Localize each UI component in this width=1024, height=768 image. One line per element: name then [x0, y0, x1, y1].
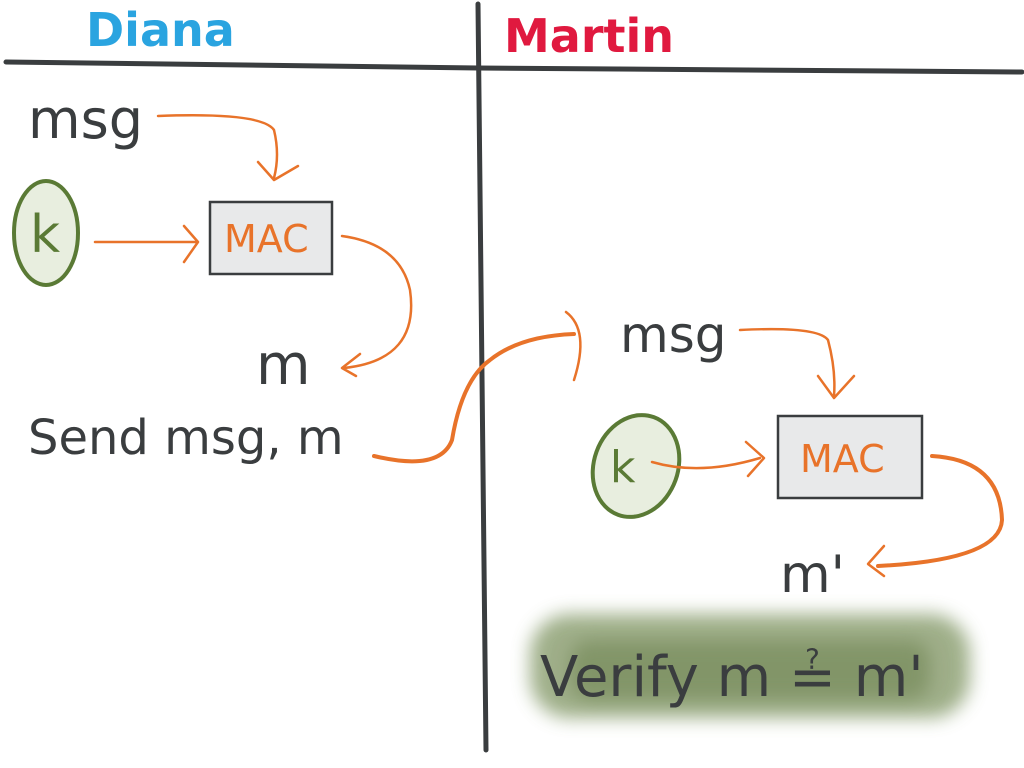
- left-mac-arrow: [340, 234, 413, 378]
- diana-title: Diana: [86, 3, 235, 57]
- left-msg-arrow: [156, 114, 300, 182]
- right-msg-arrow: [738, 327, 856, 400]
- right-mac-label: MAC: [800, 437, 885, 481]
- send-arrow: [372, 332, 576, 464]
- left-mac-label: MAC: [224, 217, 309, 261]
- right-key-label: k: [610, 442, 636, 493]
- left-m-label: m: [256, 333, 311, 398]
- left-msg-label: msg: [28, 88, 143, 151]
- send-arrow-head: [564, 310, 582, 382]
- send-label: Send msg, m: [28, 410, 344, 466]
- right-mac-arrow-head: [866, 544, 886, 578]
- martin-title: Martin: [504, 9, 674, 63]
- column-divider: [475, 1, 489, 753]
- verify-label: Verify m ≟ m': [540, 645, 924, 710]
- left-key-arrow: [93, 224, 200, 264]
- right-msg-label: msg: [620, 306, 727, 364]
- right-m-prime-label: m': [780, 545, 845, 605]
- left-key-label: k: [30, 205, 60, 265]
- header-divider: [3, 59, 1024, 75]
- mac-diagram: Diana Martin msg k MAC m Send msg, m msg…: [3, 1, 1024, 753]
